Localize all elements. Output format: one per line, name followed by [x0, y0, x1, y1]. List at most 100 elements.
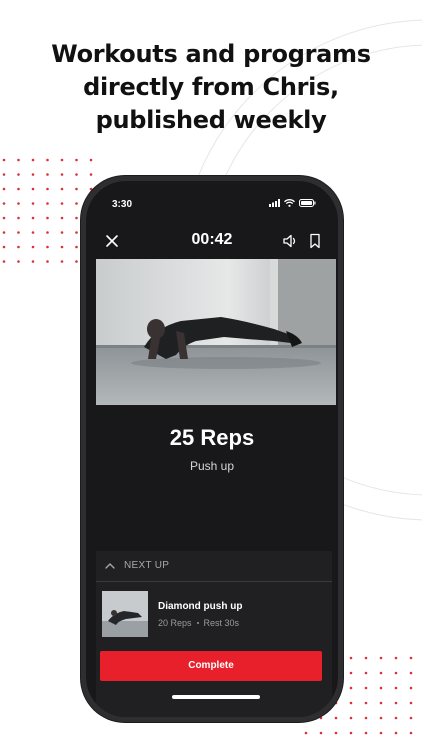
decor-dot: [409, 671, 413, 675]
decor-dot: [89, 158, 93, 162]
decor-dot: [60, 173, 64, 176]
decor-dot: [334, 716, 338, 720]
decor-dot: [46, 202, 49, 205]
decor-dot: [46, 260, 49, 263]
decor-dot: [31, 231, 35, 234]
next-exercise-reps: 20 Reps: [158, 618, 192, 628]
decor-dot: [349, 686, 353, 690]
decor-dot: [394, 671, 398, 675]
battery-icon: [299, 199, 316, 207]
decor-dot: [75, 231, 78, 234]
decor-dot: [60, 202, 64, 205]
decor-dot: [364, 656, 368, 660]
decor-dot: [31, 202, 35, 205]
decor-dot: [46, 173, 49, 176]
decor-dot: [60, 158, 64, 162]
chevron-up-icon[interactable]: [104, 561, 116, 571]
decor-dot: [409, 656, 413, 660]
decor-dot: [379, 671, 383, 675]
decor-dot: [17, 158, 20, 162]
decor-dot: [349, 671, 353, 675]
decor-dot: [364, 701, 368, 705]
decor-dot: [60, 245, 64, 249]
decor-dot: [304, 731, 308, 735]
decor-dot: [75, 245, 78, 249]
decor-dot: [17, 231, 20, 234]
status-icons: [269, 199, 316, 207]
decor-dot: [2, 202, 6, 205]
decor-dot: [60, 231, 64, 234]
decor-dot: [394, 731, 398, 735]
next-up-header[interactable]: NEXT UP: [96, 551, 332, 582]
status-bar: 3:30: [86, 181, 338, 225]
decor-dot: [2, 260, 6, 263]
decor-dot: [409, 716, 413, 720]
decor-dot: [17, 260, 20, 263]
decor-dot: [364, 686, 368, 690]
decor-dot: [2, 187, 6, 191]
decor-dot: [46, 216, 49, 220]
phone-screen: 3:30 00:42 25 Reps Push up NEXT UP Diamo…: [86, 181, 338, 717]
decor-dot: [394, 716, 398, 720]
next-exercise-thumbnail: [102, 591, 148, 637]
decor-dot: [364, 671, 368, 675]
decor-dot: [319, 731, 323, 735]
bookmark-icon[interactable]: [308, 233, 322, 249]
decor-dot: [17, 187, 20, 191]
decor-dot: [394, 686, 398, 690]
decor-dot: [31, 260, 35, 263]
decor-dot: [2, 245, 6, 249]
signal-icon: [269, 199, 280, 207]
decor-dot: [17, 173, 20, 176]
decor-dot: [17, 245, 20, 249]
decor-dot: [75, 216, 78, 220]
exercise-name: Push up: [189, 459, 235, 473]
decor-dot: [31, 216, 35, 220]
meta-separator: [196, 622, 199, 624]
decor-dot: [2, 231, 6, 234]
workout-timer: 00:42: [191, 231, 233, 248]
next-up-panel: NEXT UP Diamond push up 20 Reps Rest 30s: [96, 551, 332, 717]
decor-dot: [75, 260, 78, 263]
phone-frame: 3:30 00:42 25 Reps Push up NEXT UP Diamo…: [81, 176, 343, 722]
speaker-icon[interactable]: [282, 233, 298, 249]
decor-dot: [349, 731, 353, 735]
decor-dot: [89, 173, 93, 176]
decor-dot: [60, 260, 64, 263]
decor-dot: [75, 173, 78, 176]
decor-dot: [46, 187, 49, 191]
decor-dot: [379, 656, 383, 660]
decor-dot: [75, 158, 78, 162]
decor-dot: [364, 731, 368, 735]
decor-dot: [60, 216, 64, 220]
decor-dot: [2, 173, 6, 176]
decor-dot: [334, 731, 338, 735]
complete-button[interactable]: Complete: [100, 651, 322, 681]
decor-dot: [379, 701, 383, 705]
decor-dot: [364, 716, 368, 720]
decor-dot: [31, 187, 35, 191]
decor-dot: [75, 187, 78, 191]
decor-dot: [75, 202, 78, 205]
decor-dot: [31, 173, 35, 176]
decor-dot: [379, 686, 383, 690]
next-exercise-item[interactable]: Diamond push up 20 Reps Rest 30s: [96, 591, 332, 637]
decor-dot: [31, 158, 35, 162]
decor-dot: [409, 701, 413, 705]
decor-dot: [17, 202, 20, 205]
decor-dot: [2, 216, 6, 220]
decor-dot: [46, 231, 49, 234]
decor-dot: [394, 656, 398, 660]
decor-dot: [46, 245, 49, 249]
decor-dot: [409, 686, 413, 690]
decor-dot: [394, 701, 398, 705]
next-exercise-meta: 20 Reps Rest 30s: [158, 618, 239, 628]
workout-top-bar: 00:42: [86, 225, 338, 259]
headline: Workouts and programs directly from Chri…: [0, 38, 422, 137]
wifi-icon: [284, 199, 295, 207]
exercise-video[interactable]: [96, 259, 336, 405]
decor-dot: [319, 716, 323, 720]
next-exercise-rest: Rest 30s: [203, 618, 240, 628]
decor-dot: [349, 701, 353, 705]
headline-line-2: directly from Chris,: [83, 73, 339, 101]
